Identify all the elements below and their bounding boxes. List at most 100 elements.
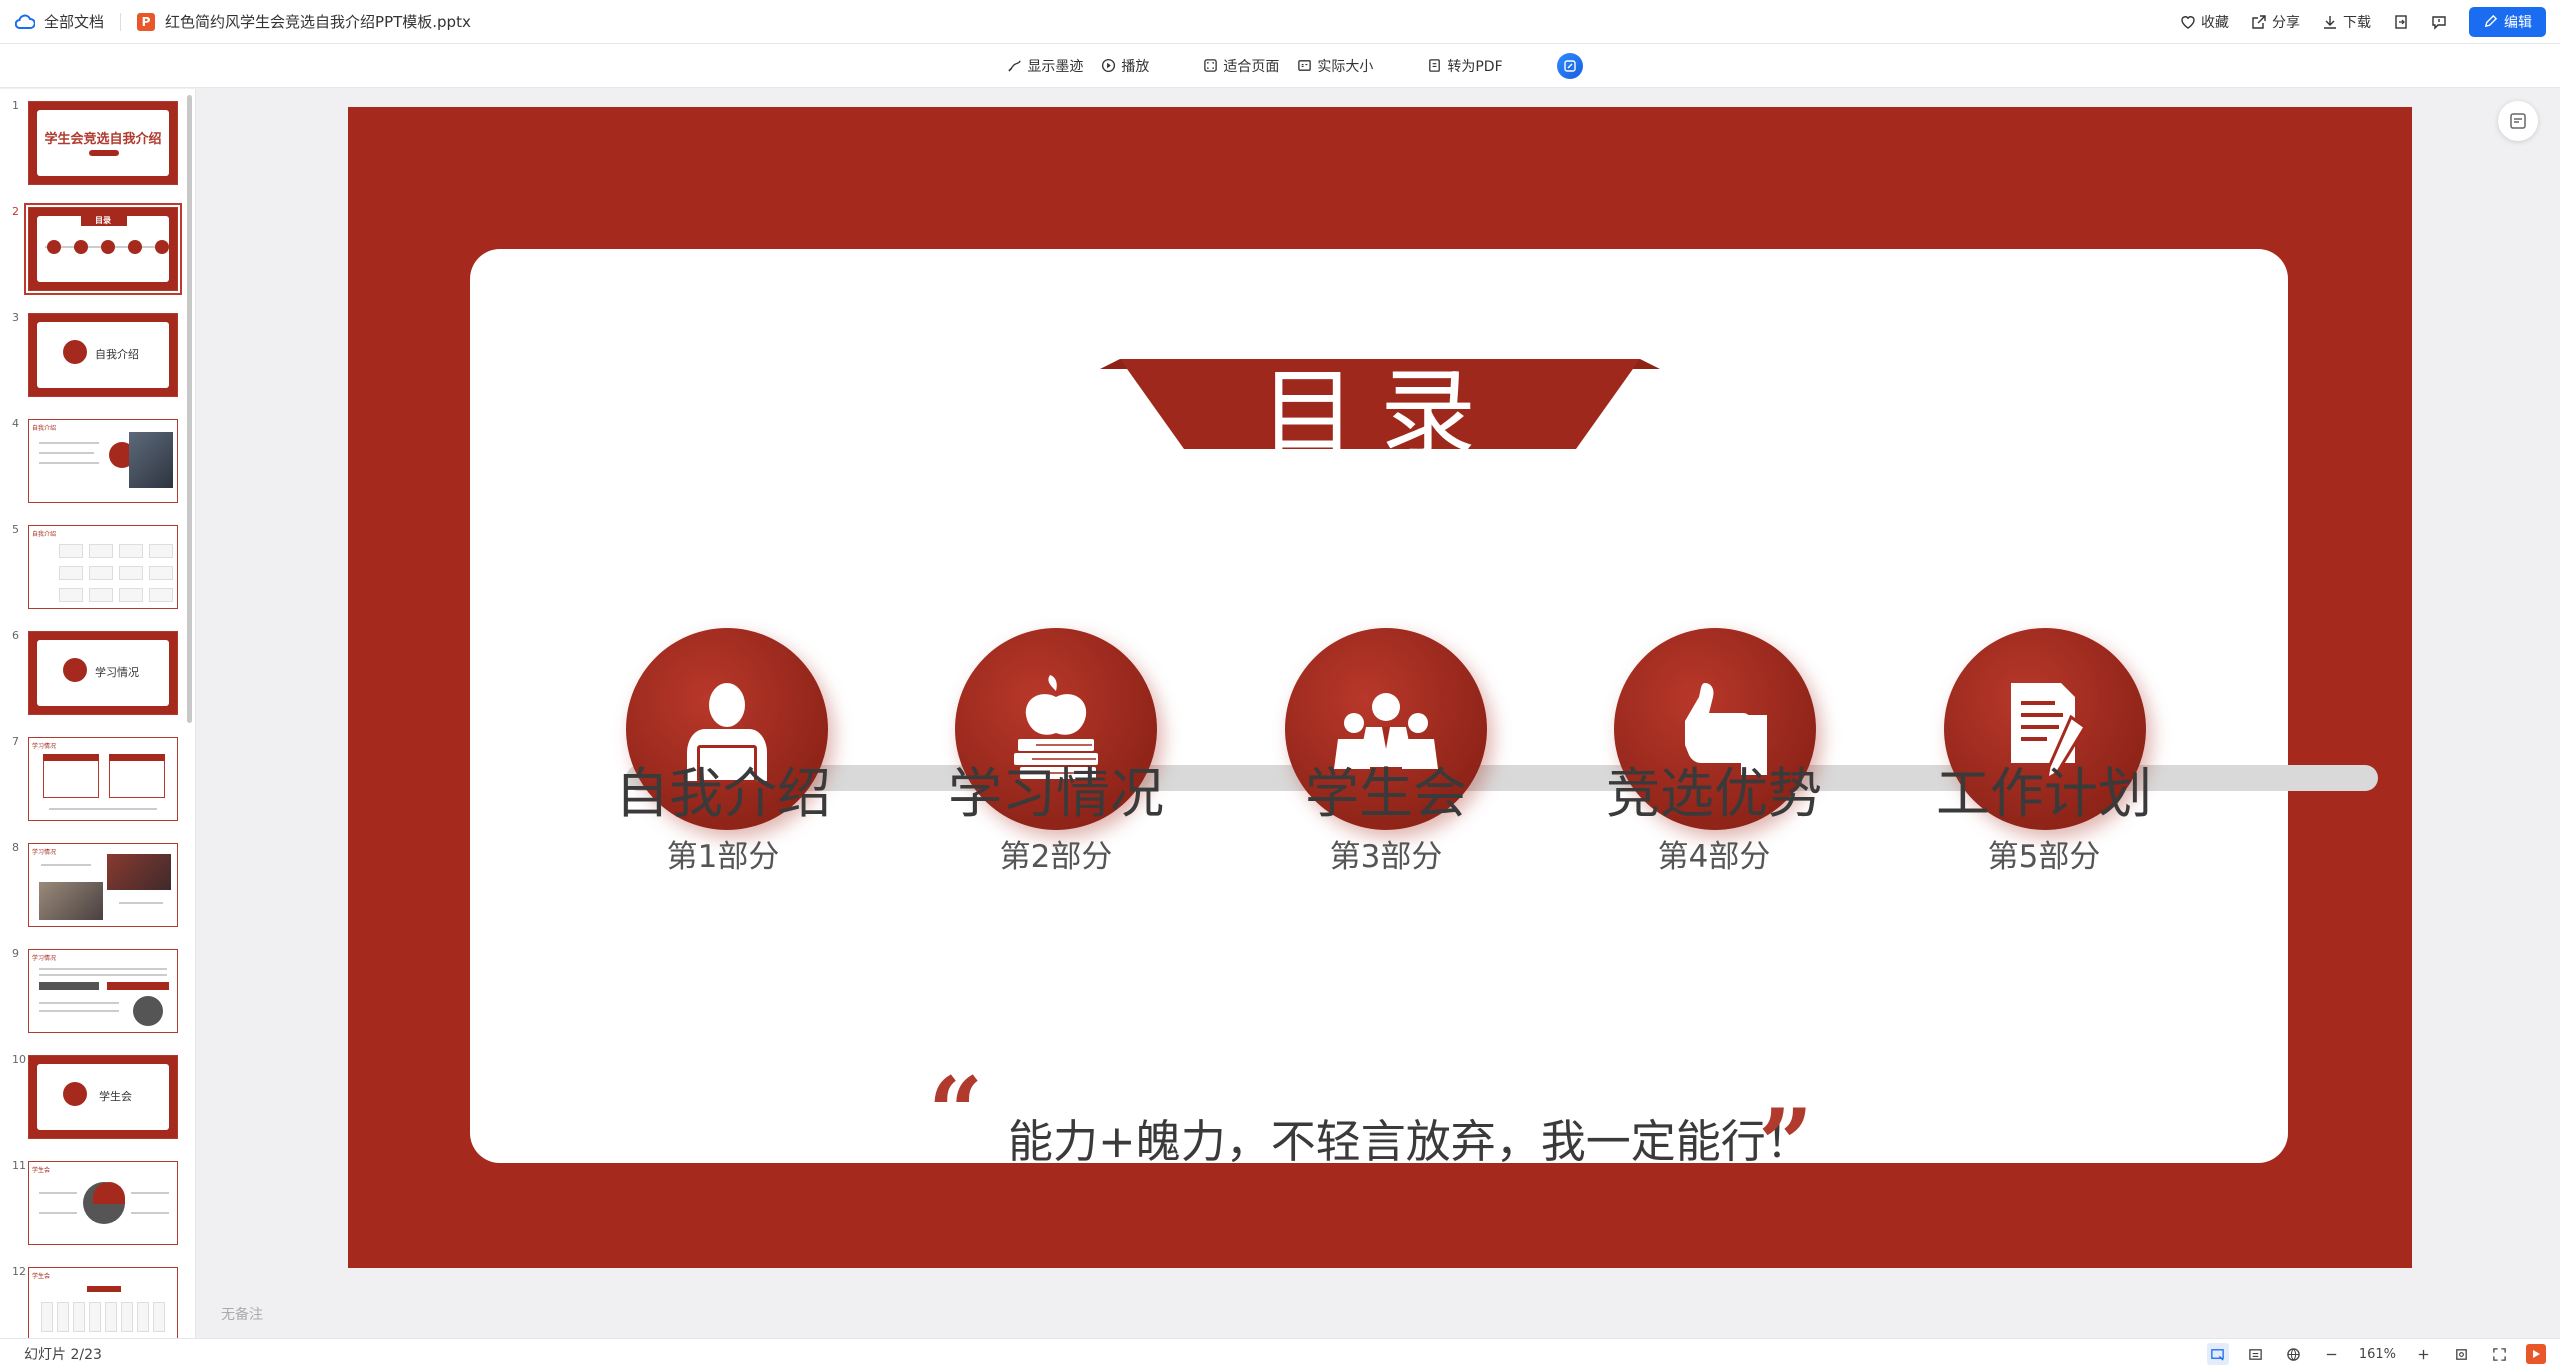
share-button[interactable]: 分享 (2251, 12, 2300, 32)
thumbnail-title: 学生会竞选自我介绍 (44, 132, 162, 147)
quote-close-mark: ” (1758, 1088, 1814, 1201)
zoom-level[interactable]: 161% (2359, 1347, 2396, 1362)
to-pdf-button[interactable]: 转为PDF (1427, 56, 1503, 76)
top-bar: 全部文档 P 红色简约风学生会竞选自我介绍PPT模板.pptx 收藏 分享 下载… (0, 0, 2560, 44)
zoom-in-icon[interactable] (2412, 1343, 2434, 1365)
thumbnail-number: 5 (12, 523, 19, 536)
play-button[interactable]: 播放 (1101, 56, 1149, 76)
top-bar-right: 收藏 分享 下载 编辑 (2180, 6, 2560, 37)
slideshow-play-icon[interactable] (2526, 1344, 2546, 1364)
fit-page-icon (1204, 59, 1218, 72)
to-pdf-label: 转为PDF (1447, 58, 1503, 75)
thumbnail-item[interactable]: 6 学习情况 (0, 629, 190, 719)
thumbnail-slide-6[interactable]: 学习情况 (28, 631, 178, 715)
comment-icon (2432, 15, 2446, 30)
thumbnail-slide-5[interactable]: 自我介绍 (28, 525, 178, 609)
section-title: 竞选优势 (1606, 762, 1822, 825)
zoom-out-icon[interactable] (2321, 1343, 2343, 1365)
slide-heading: 目录 (1260, 358, 1500, 470)
thumbnail-title: 学生会 (32, 1167, 51, 1174)
notes-view-icon[interactable] (2245, 1343, 2267, 1365)
thumbnail-slide-4[interactable]: 自我介绍 (28, 419, 178, 503)
favorite-label: 收藏 (2201, 14, 2229, 31)
thumbnail-title: 学习情况 (95, 666, 139, 679)
export-icon (2395, 14, 2407, 29)
thumbnail-title: 学生会 (99, 1090, 132, 1103)
thumbnail-slide-1[interactable]: 学生会竞选自我介绍 (28, 101, 178, 185)
section-subtitle: 第4部分 (1657, 839, 1771, 875)
thumbnail-title: 学习情况 (32, 955, 57, 962)
fullscreen-icon[interactable] (2488, 1343, 2510, 1365)
edit-label: 编辑 (2504, 14, 2532, 31)
divider (120, 12, 122, 31)
download-button[interactable]: 下载 (2322, 12, 2371, 32)
thumbnail-title: 自我介绍 (95, 348, 139, 361)
thumbnail-slide-9[interactable]: 学习情况 (28, 949, 178, 1033)
section-title: 工作计划 (1936, 762, 2152, 825)
download-label: 下载 (2343, 14, 2371, 31)
ai-assistant-icon[interactable] (1556, 52, 1583, 79)
comment-button[interactable] (2431, 14, 2447, 30)
thumbnail-slide-7[interactable]: 学习情况 (28, 737, 178, 821)
thumbnail-item[interactable]: 8 学习情况 (0, 841, 190, 931)
thumbnail-slide-12[interactable]: 学生会 (28, 1267, 178, 1338)
thumbnail-number: 12 (12, 1265, 26, 1278)
thumbnail-item[interactable]: 5 自我介绍 (0, 523, 190, 613)
slide-thumbnail-panel: 1 学生会竞选自我介绍 2 目录 3 自我介绍 4 自我介绍 5 自我介绍 6 … (0, 89, 196, 1338)
thumbnail-slide-10[interactable]: 学生会 (28, 1055, 178, 1139)
share-icon (2252, 14, 2266, 29)
quote-open-mark: “ (928, 1056, 984, 1169)
thumbnail-item-active[interactable]: 2 目录 (0, 203, 190, 295)
thumbnail-number: 1 (12, 99, 19, 112)
pdf-icon (1429, 59, 1441, 72)
edit-button[interactable]: 编辑 (2469, 6, 2546, 37)
slide-counter: 幻灯片 2/23 (24, 1347, 102, 1363)
fit-screen-icon[interactable] (2450, 1343, 2472, 1365)
actual-size-button[interactable]: 实际大小 (1297, 56, 1373, 76)
thumbnail-slide-2[interactable]: 目录 (24, 203, 182, 295)
status-bar: 幻灯片 2/23 161% (0, 1338, 2560, 1369)
thumbnail-item[interactable]: 11 学生会 (0, 1159, 190, 1249)
all-docs-link[interactable]: 全部文档 (44, 11, 104, 32)
normal-view-icon[interactable] (2206, 1343, 2229, 1365)
play-label: 播放 (1121, 58, 1150, 75)
status-bar-right: 161% (2206, 1343, 2560, 1365)
thumbnail-number: 4 (12, 417, 19, 430)
share-label: 分享 (2272, 14, 2300, 31)
actual-size-icon (1298, 60, 1312, 71)
thumbnail-title: 目录 (95, 216, 111, 225)
thumbnail-title: 学生会 (32, 1273, 51, 1280)
section-subtitle: 第3部分 (1329, 839, 1443, 875)
export-button[interactable] (2393, 14, 2409, 30)
file-name: 红色简约风学生会竞选自我介绍PPT模板.pptx (165, 13, 471, 31)
thumbnail-title: 学习情况 (32, 743, 57, 750)
section-title: 学习情况 (948, 762, 1164, 825)
slide-notes[interactable]: 无备注 (221, 1304, 263, 1324)
heart-icon (2181, 15, 2195, 29)
show-ink-button[interactable]: 显示墨迹 (1007, 56, 1083, 76)
thumbnail-item[interactable]: 9 学习情况 (0, 947, 190, 1037)
thumbnail-item[interactable]: 1 学生会竞选自我介绍 (0, 99, 190, 189)
thumbnail-slide-8[interactable]: 学习情况 (28, 843, 178, 927)
cloud-icon[interactable] (14, 11, 36, 33)
favorite-button[interactable]: 收藏 (2180, 12, 2229, 32)
thumbnail-item[interactable]: 3 自我介绍 (0, 311, 190, 401)
ppt-file-icon: P (137, 12, 156, 31)
thumbnail-number: 6 (12, 629, 19, 642)
thumbnail-item[interactable]: 4 自我介绍 (0, 417, 190, 507)
thumbnail-slide-3[interactable]: 自我介绍 (28, 313, 178, 397)
globe-icon[interactable] (2283, 1343, 2305, 1365)
thumbnail-item[interactable]: 10 学生会 (0, 1053, 190, 1143)
fit-page-button[interactable]: 适合页面 (1203, 56, 1279, 76)
thumbnail-item[interactable]: 12 学生会 (0, 1265, 190, 1338)
side-tool-icon[interactable] (2498, 101, 2538, 141)
section-title: 自我介绍 (615, 762, 831, 825)
thumbnail-item[interactable]: 7 学习情况 (0, 735, 190, 825)
play-circle-icon (1102, 58, 1116, 73)
section-subtitle: 第2部分 (999, 839, 1113, 875)
thumbnail-slide-11[interactable]: 学生会 (28, 1161, 178, 1245)
current-slide: 目录 自我介绍 第1部分 学习情况 第2部分 学生会 第3部分 竞选优势 第4部… (348, 107, 2412, 1268)
thumbnail-title: 自我介绍 (32, 425, 57, 432)
ink-icon (1008, 60, 1022, 72)
slide-canvas: 目录 自我介绍 第1部分 学习情况 第2部分 学生会 第3部分 竞选优势 第4部… (197, 89, 2560, 1338)
